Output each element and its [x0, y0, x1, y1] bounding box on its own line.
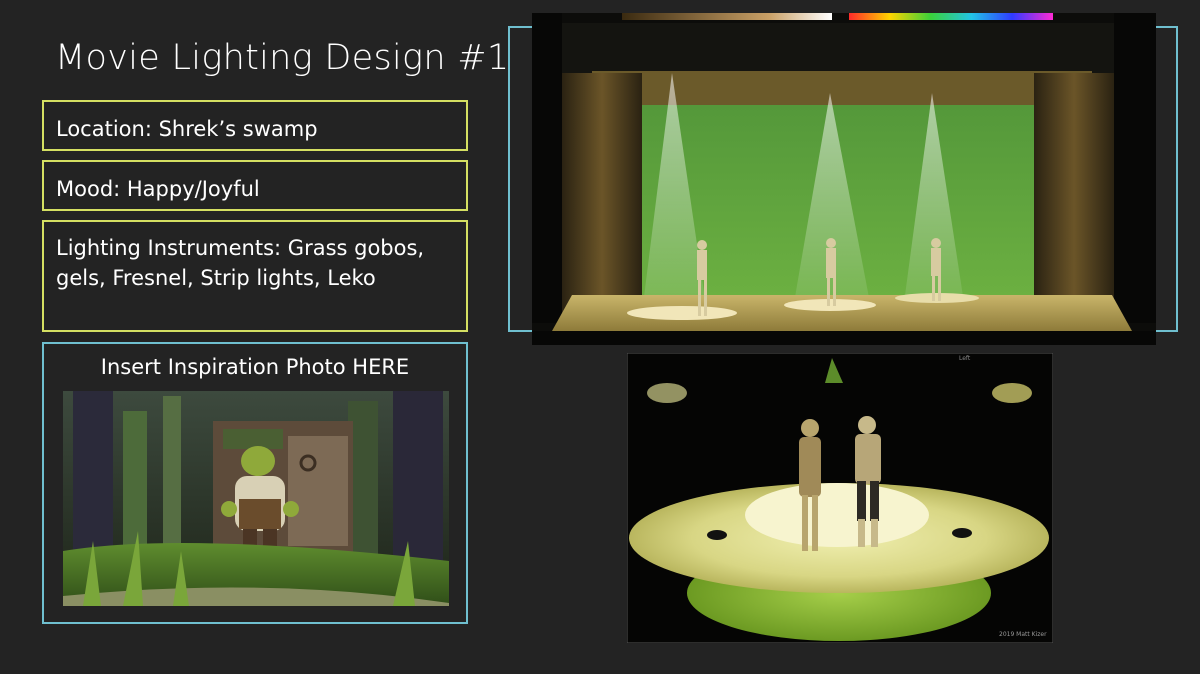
inspiration-caption: Insert Inspiration Photo HERE [100, 355, 410, 379]
inspiration-photo [63, 391, 449, 606]
instruments-box: Lighting Instruments: Grass gobos, gels,… [42, 220, 468, 332]
slide-title: Movie Lighting Design #1 [55, 38, 510, 78]
spotlight-render-image: Left 2019 Matt Kizer [627, 353, 1053, 643]
instruments-text: Lighting Instruments: Grass gobos, gels,… [56, 236, 425, 290]
stage-render-image [532, 13, 1156, 345]
mood-box: Mood: Happy/Joyful [42, 160, 468, 211]
location-text: Location: Shrek’s swamp [56, 117, 318, 141]
spotlight-corner-label: Left [959, 355, 971, 362]
mood-text: Mood: Happy/Joyful [56, 177, 260, 201]
location-box: Location: Shrek’s swamp [42, 100, 468, 151]
spotlight-watermark: 2019 Matt Kizer [999, 631, 1047, 638]
inspiration-photo-box: Insert Inspiration Photo HERE [42, 342, 468, 624]
